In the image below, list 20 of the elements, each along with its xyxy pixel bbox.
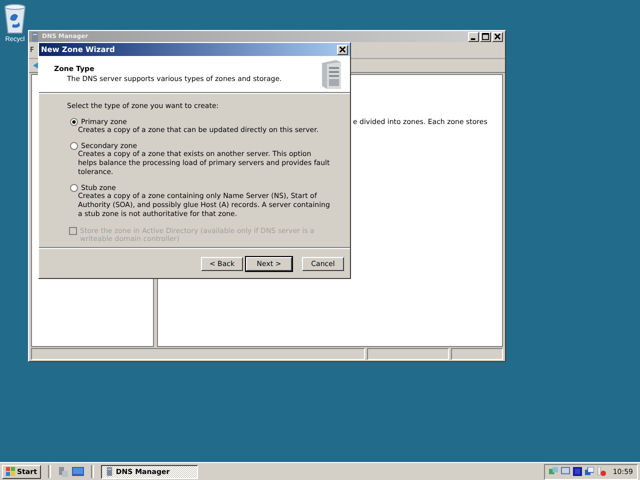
server-icon [106, 467, 113, 476]
server-manager-icon[interactable] [58, 466, 68, 476]
monitor-icon[interactable] [560, 467, 570, 476]
close-icon [494, 33, 501, 40]
minimize-button[interactable] [468, 32, 479, 42]
radio-button[interactable] [70, 118, 78, 126]
console-icon[interactable] [72, 466, 84, 476]
maximize-button[interactable] [480, 32, 491, 42]
close-button[interactable] [492, 32, 503, 42]
radio-button[interactable] [70, 184, 78, 192]
close-icon [339, 46, 346, 53]
flag-icon [6, 467, 15, 476]
close-button[interactable] [337, 44, 348, 54]
network-icon[interactable] [584, 467, 594, 476]
maximize-icon [482, 33, 489, 40]
radio-button[interactable] [70, 142, 78, 150]
dns-icon [31, 32, 39, 42]
screen-icon[interactable] [572, 467, 582, 476]
server-icon [320, 58, 342, 90]
warning-flag-icon[interactable] [596, 467, 606, 476]
